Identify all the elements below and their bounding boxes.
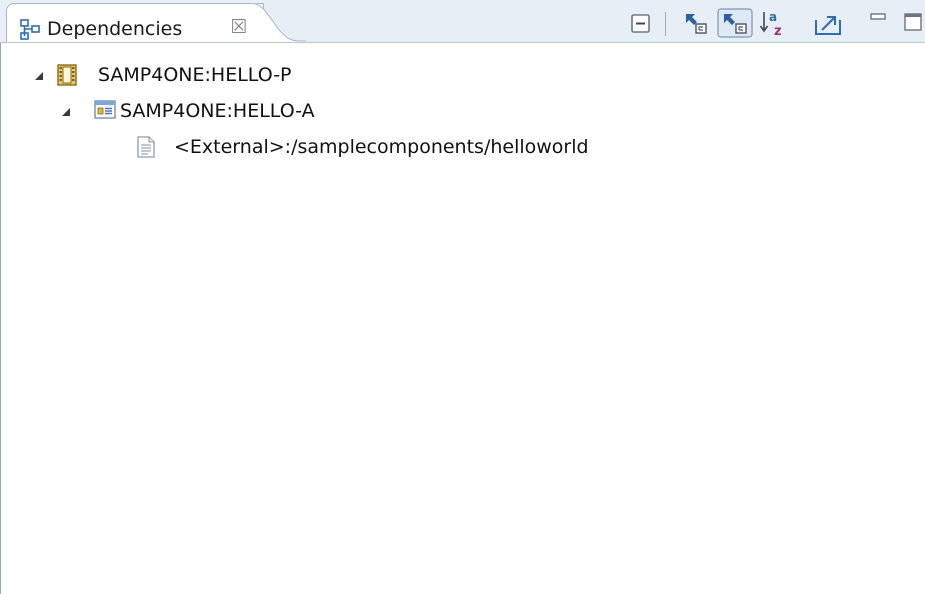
tree-node-label: SAMP4ONE:HELLO-P [98,64,292,86]
file-icon [137,136,155,158]
application-icon [94,100,116,119]
export-button[interactable] [812,8,844,38]
dependencies-view-icon [20,19,40,40]
tab-title: Dependencies [47,18,183,40]
svg-text:z: z [774,24,782,38]
dependency-tree: SAMP4ONE:HELLO-P SAMP4ONE:HELLO-A <Exter… [0,43,925,594]
toolbar-separator [665,12,666,36]
minimize-icon [870,13,886,20]
show-callers-icon [686,14,707,34]
minimize-button[interactable] [867,8,891,38]
tab-dependencies[interactable]: Dependencies ☒ [6,3,264,42]
view-tab-bar: Dependencies ☒ a z [0,0,925,43]
expanded-twisty-icon[interactable] [61,107,71,117]
program-icon [57,64,77,86]
maximize-button[interactable] [899,8,925,38]
export-icon [815,16,841,35]
collapse-all-button[interactable] [626,8,656,38]
dependencies-view: Dependencies ☒ a z SAMP4ONE:HELLO-P SAMP… [0,0,925,594]
tree-node[interactable]: SAMP4ONE:HELLO-A [1,95,925,127]
collapse-all-icon [631,14,650,33]
show-callees-button[interactable] [717,8,753,38]
tree-node[interactable]: SAMP4ONE:HELLO-P [1,59,925,91]
tab-edge [246,3,306,42]
tree-node-label: <External>:/samplecomponents/helloworld [174,136,589,158]
svg-text:a: a [769,10,777,24]
tree-node-label: SAMP4ONE:HELLO-A [120,100,315,122]
maximize-icon [904,13,922,31]
tree-node[interactable]: <External>:/samplecomponents/helloworld [1,131,925,163]
expanded-twisty-icon[interactable] [34,71,44,81]
sort-az-icon: a z [759,10,782,38]
sort-alphabetically-button[interactable]: a z [758,8,788,38]
show-callers-button[interactable] [680,8,712,38]
